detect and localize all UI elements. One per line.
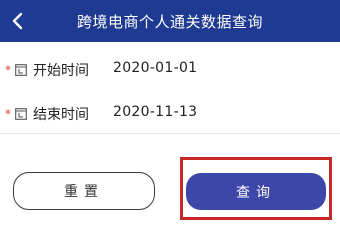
reset-button[interactable]: 重置 <box>13 172 155 210</box>
back-chevron-icon <box>12 12 23 30</box>
calendar-icon <box>15 64 27 76</box>
start-time-value[interactable]: 2020-01-01 <box>113 60 197 76</box>
end-time-value[interactable]: 2020-11-13 <box>113 104 197 120</box>
required-mark: * <box>5 63 11 77</box>
top-nav-bar: 跨境电商个人通关数据查询 <box>0 0 340 42</box>
divider <box>0 133 340 134</box>
start-time-label: 开始时间 <box>33 63 89 79</box>
end-time-label: 结束时间 <box>33 107 89 123</box>
calendar-icon <box>15 108 27 120</box>
query-button[interactable]: 查询 <box>186 173 326 210</box>
page-title: 跨境电商个人通关数据查询 <box>76 12 263 31</box>
required-mark: * <box>5 107 11 121</box>
back-button[interactable] <box>6 9 28 33</box>
